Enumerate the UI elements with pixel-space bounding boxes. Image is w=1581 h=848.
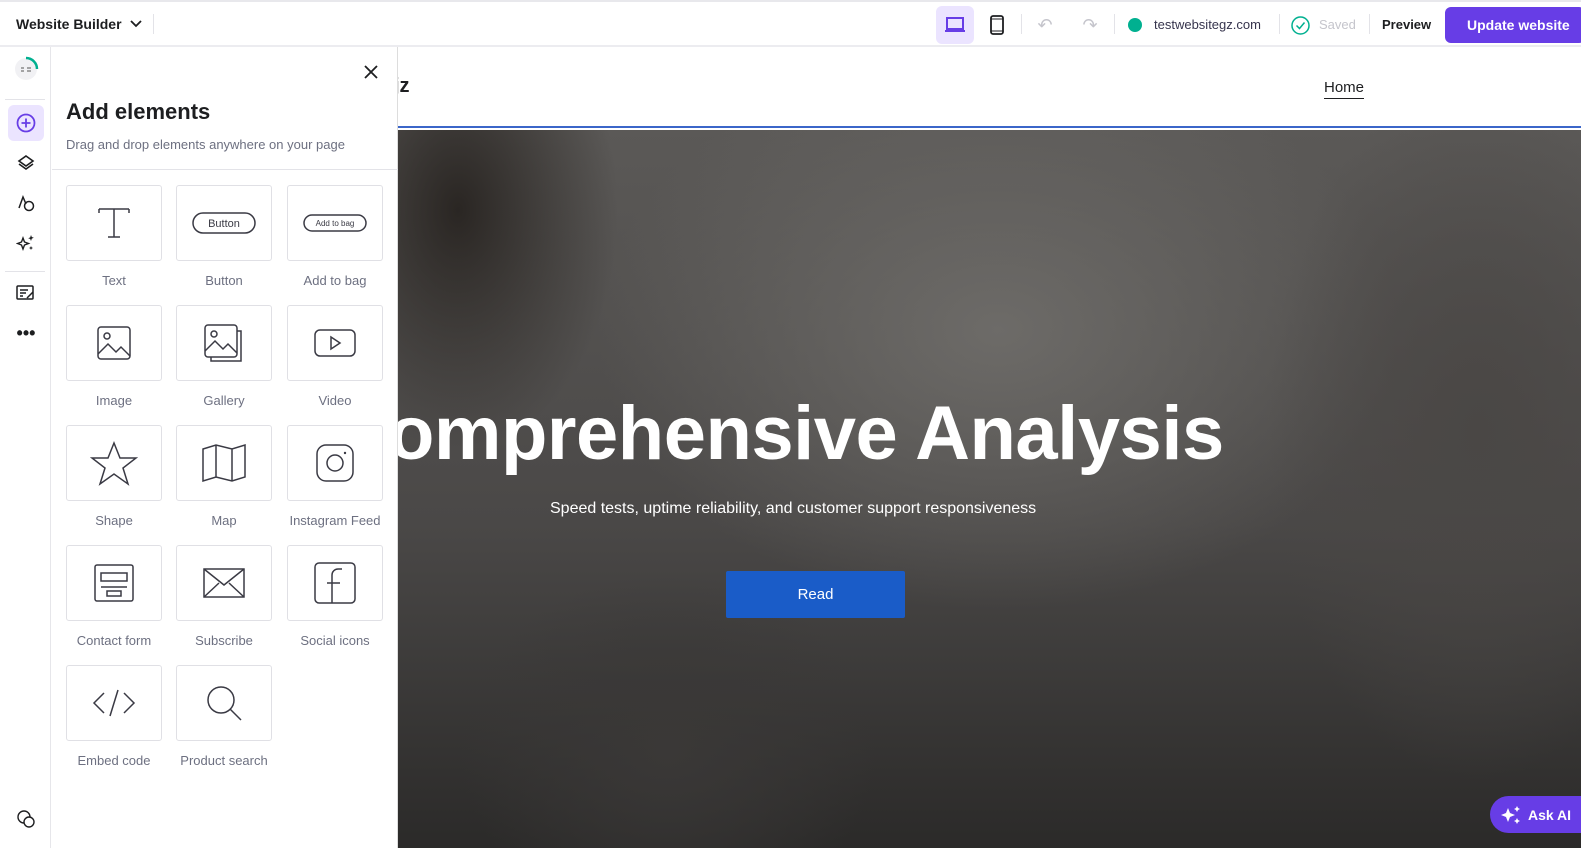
contact-form-icon [66,545,162,621]
svg-text:Add to bag: Add to bag [316,219,355,228]
element-tile-instagram-feed[interactable]: Instagram Feed [287,425,383,528]
site-logo[interactable]: jz [398,75,410,98]
styles-button[interactable] [8,185,44,221]
element-tile-map[interactable]: Map [176,425,272,528]
element-label: Map [211,513,237,528]
add-elements-panel: Add elements Drag and drop elements anyw… [52,47,398,848]
help-button[interactable] [8,801,44,837]
hero-section[interactable]: omprehensive Analysis Speed tests, uptim… [398,130,1581,848]
add-to-bag-icon: Add to bag [287,185,383,261]
element-tile-video[interactable]: Video [287,305,383,408]
read-button[interactable]: Read [726,571,905,618]
page-canvas: jz Home omprehensive Analysis Speed test… [398,47,1581,848]
add-elements-button[interactable] [8,105,44,141]
map-icon [176,425,272,501]
domain-link[interactable]: testwebsitegz.com [1154,17,1261,32]
element-label: Text [102,273,126,288]
element-tile-embed-code[interactable]: Embed code [66,665,162,768]
checklist-progress-icon [15,56,39,80]
update-website-button[interactable]: Update website [1445,7,1581,43]
ai-tools-button[interactable] [8,225,44,261]
element-tile-social-icons[interactable]: Social icons [287,545,383,648]
chevron-down-icon [129,20,142,28]
site-header[interactable]: jz Home [398,47,1581,128]
sparkles-icon [1501,805,1520,824]
facebook-icon [287,545,383,621]
image-icon [66,305,162,381]
support-icon [17,810,35,828]
element-label: Subscribe [195,633,253,648]
video-icon [287,305,383,381]
element-label: Add to bag [303,273,367,288]
hero-subtitle[interactable]: Speed tests, uptime reliability, and cus… [550,500,1036,518]
element-label: Contact form [76,633,152,648]
progress-checklist-button[interactable] [8,51,44,87]
redo-button[interactable]: ↷ [1071,6,1109,44]
plus-circle-icon [16,113,36,133]
search-icon [176,665,272,741]
desktop-view-button[interactable] [936,6,974,44]
hero-title[interactable]: omprehensive Analysis [398,390,1224,477]
palette-icon [18,194,35,212]
envelope-icon [176,545,272,621]
sparkles-icon [16,235,34,251]
ask-ai-label: Ask AI [1528,806,1572,823]
undo-button[interactable]: ↶ [1026,6,1064,44]
instagram-icon [287,425,383,501]
star-icon [66,425,162,501]
saved-status: Saved [1319,17,1356,32]
element-label: Button [205,273,243,288]
nav-home-link[interactable]: Home [1324,79,1365,99]
element-label: Social icons [300,633,370,648]
element-tile-button[interactable]: Button Button [176,185,272,288]
element-tile-add-to-bag[interactable]: Add to bag Add to bag [287,185,383,288]
element-label: Product search [180,753,268,768]
edit-list-icon [16,285,34,300]
app-switcher[interactable]: Website Builder [16,16,142,32]
panel-title: Add elements [66,99,211,124]
text-icon [66,185,162,261]
button-icon: Button [176,185,272,261]
ask-ai-button[interactable]: Ask AI [1490,796,1581,833]
blog-button[interactable] [8,275,44,311]
element-label: Video [318,393,352,408]
top-bar: Website Builder ↶ ↷ testwebsitegz.com Sa… [0,0,1581,47]
element-label: Gallery [203,393,245,408]
left-rail: ••• [0,47,51,848]
element-tile-contact-form[interactable]: Contact form [66,545,162,648]
layers-icon [17,155,35,170]
layers-button[interactable] [8,145,44,181]
element-tile-shape[interactable]: Shape [66,425,162,528]
gallery-icon [176,305,272,381]
laptop-icon [945,17,965,32]
mobile-view-button[interactable] [978,6,1016,44]
more-dots-icon: ••• [16,322,36,343]
element-tile-gallery[interactable]: Gallery [176,305,272,408]
domain-status-dot [1128,18,1142,32]
svg-text:Button: Button [208,218,240,230]
element-tile-product-search[interactable]: Product search [176,665,272,768]
element-label: Embed code [77,753,151,768]
element-tile-image[interactable]: Image [66,305,162,408]
element-tile-text[interactable]: Text [66,185,162,288]
panel-subtitle: Drag and drop elements anywhere on your … [66,137,345,152]
code-icon [66,665,162,741]
element-label: Shape [95,513,133,528]
element-label: Image [95,393,133,408]
phone-icon [990,15,1004,35]
close-icon[interactable] [362,63,380,81]
app-name: Website Builder [16,16,122,32]
saved-check-icon [1291,16,1310,35]
element-tile-subscribe[interactable]: Subscribe [176,545,272,648]
element-label: Instagram Feed [289,513,381,528]
preview-button[interactable]: Preview [1382,17,1431,32]
more-button[interactable]: ••• [8,315,44,351]
